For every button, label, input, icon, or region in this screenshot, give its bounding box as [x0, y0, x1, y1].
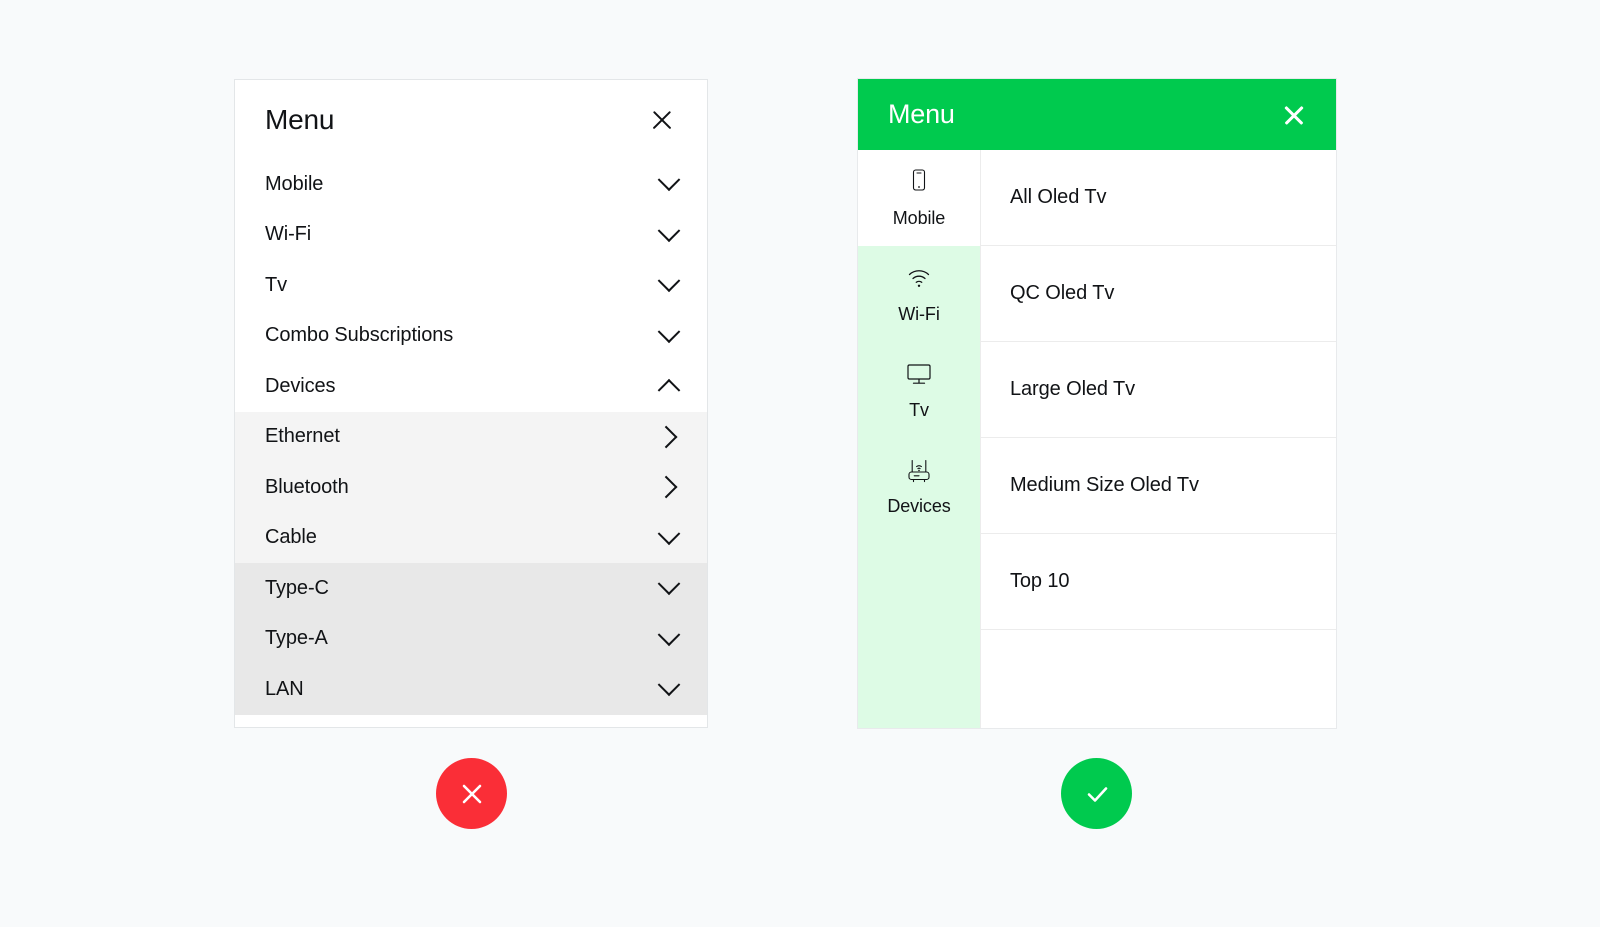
menu-item-ethernet[interactable]: Ethernet	[235, 411, 707, 462]
page-title: Menu	[265, 103, 335, 135]
right-panel-body: Mobile Wi-Fi Tv Devices All Oled Tv QC O…	[858, 150, 1336, 728]
chevron-down-icon[interactable]	[657, 320, 681, 343]
chevron-down-icon[interactable]	[657, 673, 681, 697]
menu-item-label: Type-C	[265, 576, 329, 599]
menu-item-devices[interactable]: Devices	[235, 361, 707, 412]
good-example-menu-panel: Menu Mobile Wi-Fi Tv Devices All Oled Tv…	[858, 79, 1336, 728]
menu-item-type-a[interactable]: Type-A	[235, 613, 707, 664]
page-title: Menu	[888, 99, 955, 129]
close-icon[interactable]	[1280, 101, 1308, 129]
menu-item-lan[interactable]: LAN	[235, 664, 707, 715]
tv-monitor-icon	[902, 360, 936, 390]
wifi-icon	[902, 264, 936, 294]
sidebar-item-mobile[interactable]: Mobile	[858, 150, 980, 246]
cross-icon	[456, 778, 488, 810]
menu-item-label: Devices	[265, 374, 336, 397]
menu-item-type-c[interactable]: Type-C	[235, 563, 707, 614]
close-icon[interactable]	[647, 105, 677, 135]
mobile-phone-icon	[902, 168, 936, 198]
list-item-label: Medium Size Oled Tv	[1010, 474, 1199, 496]
chevron-down-icon[interactable]	[657, 572, 681, 596]
menu-item-cable[interactable]: Cable	[235, 512, 707, 563]
sidebar-item-label: Tv	[909, 399, 929, 420]
sidebar-filler	[858, 534, 980, 728]
menu-item-combo-subscriptions[interactable]: Combo Subscriptions	[235, 311, 707, 362]
chevron-down-icon[interactable]	[657, 168, 681, 192]
list-item[interactable]: All Oled Tv	[981, 150, 1336, 246]
list-item-label: Large Oled Tv	[1010, 378, 1136, 400]
menu-item-label: Type-A	[265, 627, 328, 650]
menu-item-bluetooth[interactable]: Bluetooth	[235, 462, 707, 513]
chevron-right-icon[interactable]	[654, 425, 678, 449]
left-panel-menu-list: Mobile Wi-Fi Tv Combo Subscriptions Devi…	[235, 159, 707, 715]
list-item[interactable]: QC Oled Tv	[981, 246, 1336, 342]
menu-item-wifi[interactable]: Wi-Fi	[235, 210, 707, 261]
sidebar-item-wifi[interactable]: Wi-Fi	[858, 246, 980, 342]
sidebar-item-tv[interactable]: Tv	[858, 342, 980, 438]
right-panel-header: Menu	[858, 79, 1336, 150]
menu-item-label: Cable	[265, 526, 317, 549]
check-icon	[1081, 778, 1113, 810]
list-item[interactable]: Medium Size Oled Tv	[981, 438, 1336, 534]
list-item-label: All Oled Tv	[1010, 186, 1107, 208]
chevron-down-icon[interactable]	[657, 269, 681, 293]
verdict-badge-incorrect	[436, 758, 507, 829]
chevron-down-icon[interactable]	[657, 522, 681, 545]
category-sidebar: Mobile Wi-Fi Tv Devices	[858, 150, 980, 728]
menu-item-tv[interactable]: Tv	[235, 260, 707, 311]
menu-item-label: Ethernet	[265, 425, 340, 448]
list-item-label: QC Oled Tv	[1010, 282, 1115, 304]
menu-item-label: Mobile	[265, 172, 324, 195]
chevron-right-icon[interactable]	[654, 475, 678, 499]
chevron-down-icon[interactable]	[657, 623, 681, 646]
sidebar-item-label: Mobile	[892, 207, 946, 228]
verdict-badge-correct	[1061, 758, 1132, 829]
list-item[interactable]: Top 10	[981, 534, 1336, 630]
list-item-label: Top 10	[1010, 570, 1070, 592]
router-icon	[902, 456, 936, 486]
menu-item-label: Wi-Fi	[265, 223, 312, 246]
left-panel-header: Menu	[235, 80, 707, 159]
menu-item-label: Tv	[265, 273, 288, 296]
bad-example-menu-panel: Menu Mobile Wi-Fi Tv Combo Subscriptions…	[234, 79, 708, 728]
menu-item-label: Bluetooth	[265, 475, 349, 498]
menu-item-label: LAN	[265, 677, 304, 700]
sidebar-item-label: Wi-Fi	[898, 303, 940, 324]
category-content-list: All Oled Tv QC Oled Tv Large Oled Tv Med…	[980, 150, 1336, 728]
menu-item-label: Combo Subscriptions	[265, 324, 454, 347]
list-empty-row	[981, 630, 1336, 726]
sidebar-item-devices[interactable]: Devices	[858, 438, 980, 534]
menu-item-mobile[interactable]: Mobile	[235, 159, 707, 210]
sidebar-item-label: Devices	[887, 495, 951, 516]
list-item[interactable]: Large Oled Tv	[981, 342, 1336, 438]
chevron-down-icon[interactable]	[657, 219, 681, 242]
chevron-up-icon[interactable]	[657, 379, 681, 402]
